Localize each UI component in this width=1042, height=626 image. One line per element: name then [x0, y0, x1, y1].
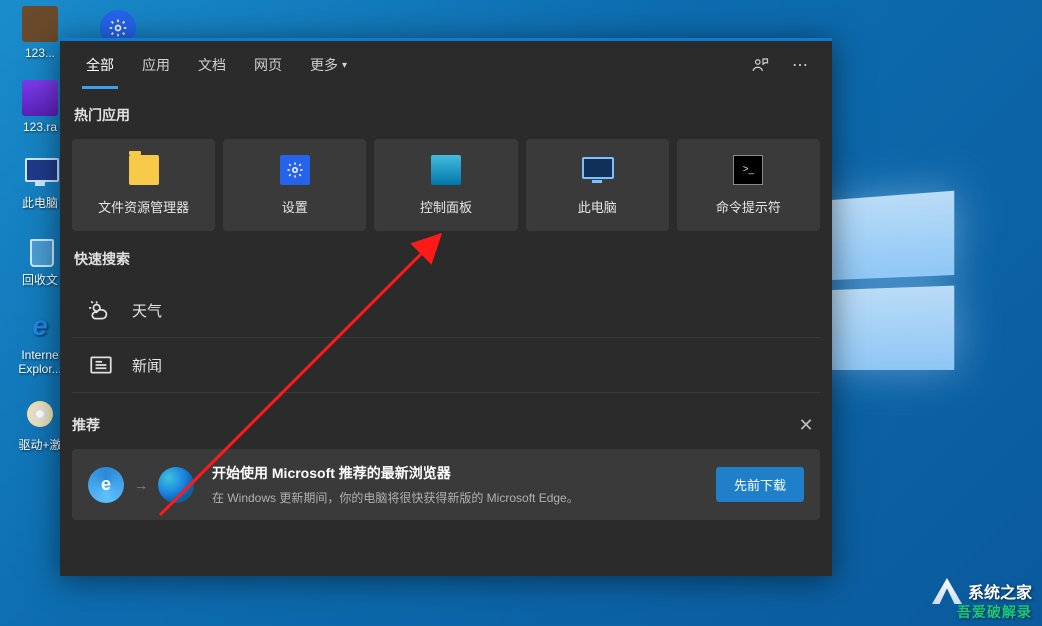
- tile-control-panel[interactable]: 控制面板: [374, 139, 517, 231]
- terminal-icon: [733, 155, 763, 185]
- download-edge-button[interactable]: 先前下载: [716, 467, 804, 502]
- desktop-icon-label: 驱动+激: [18, 436, 61, 453]
- start-tabs: 全部 应用 文档 网页 更多 ▾ ⋯: [60, 41, 832, 89]
- quick-item-label: 天气: [132, 300, 162, 321]
- arrow-right-icon: →: [134, 477, 148, 493]
- edge-recommendation-card: e → 开始使用 Microsoft 推荐的最新浏览器 在 Windows 更新…: [72, 449, 820, 520]
- feedback-button[interactable]: [740, 45, 780, 85]
- tile-label: 控制面板: [420, 197, 472, 216]
- desktop-icon-label: 123...: [25, 46, 55, 60]
- tab-more-label: 更多: [310, 55, 338, 75]
- tile-label: 命令提示符: [716, 197, 781, 216]
- archive-icon: [22, 80, 58, 116]
- tab-all[interactable]: 全部: [72, 41, 128, 89]
- tile-label: 设置: [282, 197, 308, 216]
- ellipsis-icon: ⋯: [792, 55, 808, 75]
- popular-apps-title: 热门应用: [74, 105, 818, 125]
- watermark-text: 系统之家: [968, 579, 1032, 603]
- control-panel-icon: [431, 155, 461, 185]
- desktop-icon-label: 123.ra: [23, 120, 57, 134]
- tile-settings[interactable]: 设置: [223, 139, 366, 231]
- more-options-button[interactable]: ⋯: [780, 45, 820, 85]
- news-icon: [86, 350, 116, 380]
- quick-item-news[interactable]: 新闻: [72, 338, 820, 393]
- disc-icon: [22, 396, 58, 432]
- tile-this-pc[interactable]: 此电脑: [526, 139, 669, 231]
- quick-search-list: 天气 新闻: [72, 283, 820, 393]
- tile-cmd[interactable]: 命令提示符: [677, 139, 820, 231]
- popular-apps-grid: 文件资源管理器 设置 控制面板 此电脑 命令提示符: [72, 139, 820, 231]
- quick-item-weather[interactable]: 天气: [72, 283, 820, 338]
- recommendation-subtitle: 在 Windows 更新期间，你的电脑将很快获得新版的 Microsoft Ed…: [212, 489, 698, 506]
- desktop-icon-label: 此电脑: [22, 194, 58, 211]
- edge-upgrade-icons: e →: [88, 467, 194, 503]
- quick-search-title: 快速搜索: [74, 249, 818, 269]
- watermark: 系统之家: [932, 578, 1032, 604]
- recommendations-title: 推荐: [72, 415, 100, 435]
- tab-docs[interactable]: 文档: [184, 41, 240, 89]
- edge-chromium-icon: [158, 467, 194, 503]
- picture-icon: [22, 6, 58, 42]
- gear-icon: [280, 155, 310, 185]
- close-recommendation-button[interactable]: ✕: [792, 411, 820, 439]
- monitor-icon: [22, 154, 58, 190]
- recycle-bin-icon: [22, 231, 58, 267]
- tab-web[interactable]: 网页: [240, 41, 296, 89]
- close-icon: ✕: [798, 415, 813, 436]
- person-feedback-icon: [751, 56, 769, 74]
- start-menu: 全部 应用 文档 网页 更多 ▾ ⋯ 热门应用 文件资源管理器: [60, 38, 832, 576]
- internet-explorer-icon: e: [22, 308, 58, 344]
- recommendations-section: 推荐 ✕ e → 开始使用 Microsoft 推荐的最新浏览器 在 Windo…: [72, 411, 820, 520]
- monitor-icon: [582, 155, 612, 185]
- watermark-secondary: 吾爱破解录: [957, 602, 1032, 622]
- tile-label: 此电脑: [578, 197, 617, 216]
- tile-file-explorer[interactable]: 文件资源管理器: [72, 139, 215, 231]
- quick-item-label: 新闻: [132, 355, 162, 376]
- tab-apps[interactable]: 应用: [128, 41, 184, 89]
- chevron-down-icon: ▾: [342, 60, 347, 71]
- watermark-logo-icon: [932, 578, 962, 604]
- folder-icon: [129, 155, 159, 185]
- edge-legacy-icon: e: [88, 467, 124, 503]
- desktop-icon-label: 回收文: [22, 271, 58, 288]
- weather-icon: [86, 295, 116, 325]
- recommendation-title: 开始使用 Microsoft 推荐的最新浏览器: [212, 463, 698, 483]
- tile-label: 文件资源管理器: [98, 197, 189, 216]
- tab-more[interactable]: 更多 ▾: [296, 41, 361, 89]
